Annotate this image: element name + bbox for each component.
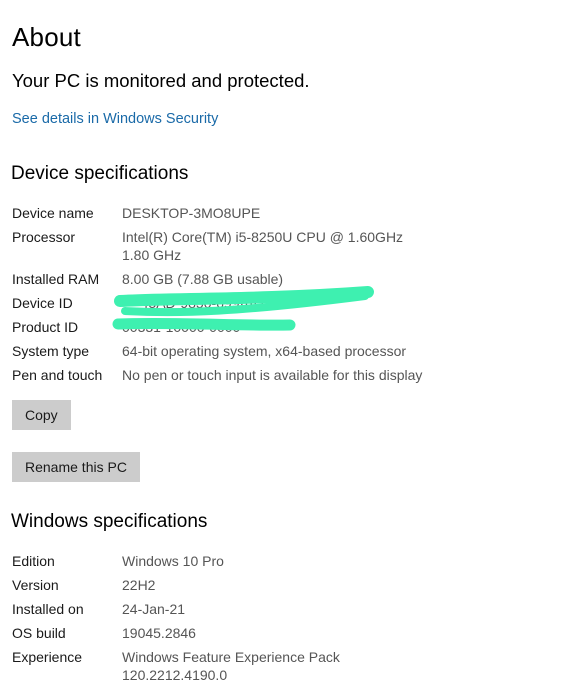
- protection-status: Your PC is monitored and protected.: [12, 70, 310, 91]
- device-specifications-heading: Device specifications: [11, 163, 189, 184]
- spec-value: ···-43AD-9850-699···D7E3C: [122, 295, 299, 311]
- spec-label: Pen and touch: [12, 367, 103, 383]
- device-specifications-table: Device name DESKTOP-3MO8UPE Processor In…: [12, 204, 572, 390]
- spec-value: No pen or touch input is available for t…: [122, 367, 423, 383]
- spec-row-system-type: System type 64-bit operating system, x64…: [12, 342, 572, 360]
- spec-value: 24-Jan-21: [122, 601, 186, 617]
- rename-pc-button[interactable]: Rename this PC: [12, 452, 140, 482]
- spec-row-version: Version 22H2: [12, 576, 572, 594]
- spec-label: Edition: [12, 553, 55, 569]
- spec-row-device-name: Device name DESKTOP-3MO8UPE: [12, 204, 572, 222]
- spec-label: Device ID: [12, 295, 73, 311]
- spec-label: Version: [12, 577, 59, 593]
- page-title: About: [12, 22, 81, 52]
- spec-value: DESKTOP-3MO8UPE: [122, 205, 261, 221]
- spec-value: 19045.2846: [122, 625, 196, 641]
- spec-value: Intel(R) Core(TM) i5-8250U CPU @ 1.60GHz…: [122, 229, 404, 263]
- spec-value: 8.00 GB (7.88 GB usable): [122, 271, 284, 287]
- spec-label: Installed on: [12, 601, 84, 617]
- spec-row-os-build: OS build 19045.2846: [12, 624, 572, 642]
- spec-row-edition: Edition Windows 10 Pro: [12, 552, 572, 570]
- windows-security-link[interactable]: See details in Windows Security: [12, 111, 218, 127]
- spec-label: Installed RAM: [12, 271, 100, 287]
- spec-label: OS build: [12, 625, 66, 641]
- spec-row-installed-ram: Installed RAM 8.00 GB (7.88 GB usable): [12, 270, 572, 288]
- spec-row-experience: Experience Windows Feature Experience Pa…: [12, 648, 572, 684]
- spec-row-pen-and-touch: Pen and touch No pen or touch input is a…: [12, 366, 572, 384]
- spec-label: Experience: [12, 649, 83, 665]
- spec-value: Windows 10 Pro: [122, 553, 224, 569]
- spec-label: Processor: [12, 229, 76, 245]
- windows-specifications-table: Edition Windows 10 Pro Version 22H2 Inst…: [12, 552, 572, 690]
- spec-row-product-id: Product ID 00331-10000-0000: [12, 318, 572, 336]
- windows-specifications-heading: Windows specifications: [11, 511, 208, 532]
- copy-button[interactable]: Copy: [12, 400, 71, 430]
- spec-row-processor: Processor Intel(R) Core(TM) i5-8250U CPU…: [12, 228, 572, 264]
- spec-row-device-id: Device ID ···-43AD-9850-699···D7E3C: [12, 294, 572, 312]
- spec-label: Product ID: [12, 319, 79, 335]
- spec-value: 22H2: [122, 577, 156, 593]
- spec-value: 64-bit operating system, x64-based proce…: [122, 343, 407, 359]
- spec-label: Device name: [12, 205, 94, 221]
- spec-value: Windows Feature Experience Pack 120.2212…: [122, 649, 340, 683]
- spec-row-installed-on: Installed on 24-Jan-21: [12, 600, 572, 618]
- spec-label: System type: [12, 343, 90, 359]
- spec-value: 00331-10000-0000: [122, 319, 241, 335]
